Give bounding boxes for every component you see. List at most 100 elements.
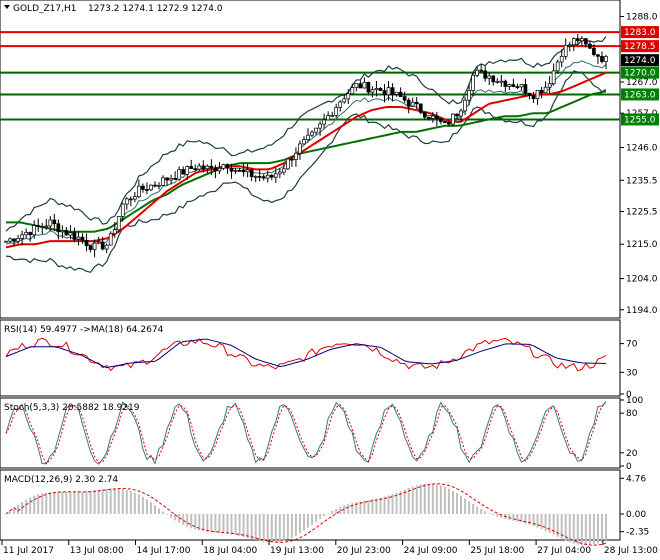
candle-body [221, 164, 226, 169]
candle-body [418, 103, 423, 113]
candle-body [507, 84, 512, 87]
candle-body [241, 170, 246, 173]
price-tick-label: 1288.0 [626, 12, 658, 22]
candle-body [330, 115, 335, 117]
candle-body [40, 226, 45, 228]
candle-body [44, 225, 49, 228]
candle-body [213, 167, 218, 172]
price-tick-label: 1267.0 [626, 78, 658, 88]
candle-body [161, 177, 165, 186]
price-tag-label: 1278.5 [624, 42, 656, 52]
candle-body [4, 240, 8, 243]
candle-body [261, 176, 266, 179]
rsi-tick-label: 70 [626, 340, 638, 350]
candle-body [104, 244, 109, 250]
candle-body [439, 118, 443, 122]
candle-body [217, 167, 222, 172]
candle-body [189, 166, 194, 170]
candle-body [32, 225, 37, 236]
candle-body [76, 236, 81, 240]
candle-body [36, 225, 41, 227]
candle-body [531, 95, 536, 100]
candle-body [112, 229, 117, 235]
candle-body [88, 245, 93, 250]
candle-body [100, 241, 105, 250]
candle-body [68, 232, 73, 236]
candle-body [249, 169, 254, 177]
candle-body [543, 86, 548, 94]
candle-body [519, 84, 524, 88]
candle-body [294, 152, 298, 160]
candle-body [483, 70, 488, 79]
candle-body [92, 242, 97, 250]
candle-body [197, 165, 202, 170]
candle-body [422, 112, 427, 118]
candle-body [467, 90, 471, 101]
candle-body [479, 69, 484, 72]
candle-body [563, 44, 568, 57]
candle-body [588, 43, 592, 49]
price-tick-label: 1215.0 [626, 240, 658, 250]
candle-body [245, 169, 250, 173]
candle-body [165, 177, 169, 181]
candle-body [567, 44, 572, 47]
candle-body [410, 101, 415, 107]
candle-body [426, 116, 431, 119]
candle-body [120, 203, 125, 217]
candle-body [547, 83, 552, 88]
time-tick-label: 11 Jul 2017 [3, 546, 54, 556]
candle-body [402, 96, 407, 101]
candle-body [56, 223, 61, 233]
candle-body [318, 123, 322, 129]
candle-body [459, 110, 463, 117]
candle-body [60, 230, 65, 233]
candle-body [386, 87, 391, 96]
candle-body [495, 81, 500, 83]
candle-body [390, 87, 395, 95]
candle-body [571, 38, 576, 46]
candle-body [185, 166, 190, 175]
candle-body [596, 54, 600, 57]
candle-body [48, 219, 53, 227]
candle-body [435, 115, 439, 119]
candle-body [273, 173, 278, 178]
candle-body [346, 93, 351, 100]
candle-body [334, 107, 339, 116]
price-tag-label: 1263.0 [624, 90, 656, 100]
candle-body [229, 167, 234, 172]
price-tag-label: 1283.0 [624, 28, 656, 38]
time-tick-label: 20 Jul 23:00 [337, 546, 391, 556]
candle-body [173, 178, 177, 180]
candle-body [225, 164, 230, 169]
time-tick-label: 19 Jul 13:00 [270, 546, 324, 556]
candle-body [233, 169, 238, 172]
macd-tick-label: 4.76 [626, 474, 646, 484]
macd-tick-label: -2.35 [626, 528, 649, 538]
time-tick-label: 25 Jul 18:00 [470, 546, 524, 556]
time-tick-label: 28 Jul 13:00 [604, 546, 658, 556]
macd-tick-label: 0.00 [626, 510, 646, 520]
candle-body [72, 232, 77, 240]
candle-body [523, 84, 528, 94]
candle-body [8, 238, 12, 242]
candle-body [265, 174, 270, 179]
candle-body [430, 115, 435, 119]
rsi-tick-label: 30 [626, 368, 638, 378]
price-tag-label: 1270.0 [624, 69, 656, 79]
candle-body [551, 70, 556, 85]
candle-body [463, 99, 467, 112]
candle-body [447, 121, 451, 125]
candle-body [116, 216, 121, 231]
candle-body [237, 169, 242, 172]
candle-body [124, 198, 129, 205]
candle-body [177, 169, 182, 180]
candle-body [201, 165, 206, 170]
time-tick-label: 13 Jul 08:00 [70, 546, 124, 556]
candle-body [584, 38, 588, 45]
price-tick-label: 1235.5 [626, 176, 658, 186]
candle-body [133, 196, 137, 200]
candle-body [12, 238, 16, 242]
candle-body [592, 47, 596, 55]
candle-body [80, 236, 85, 241]
candle-body [579, 38, 584, 42]
